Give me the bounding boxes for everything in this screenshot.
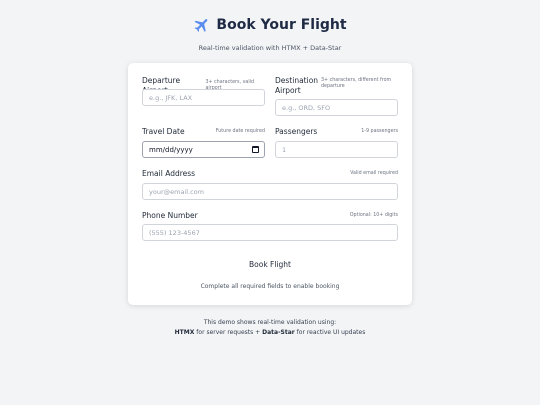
- travel-date-label: Travel Date: [142, 127, 185, 136]
- destination-label-line2: Airport: [275, 86, 301, 95]
- phone-label: Phone Number: [142, 211, 198, 220]
- airplane-icon: [194, 19, 208, 32]
- travel-date-hint: Future date required: [215, 129, 265, 134]
- page-subtitle: Real-time validation with HTMX + Data-St…: [198, 44, 342, 52]
- destination-field: Destination Airport 3+ characters, diffe…: [275, 76, 399, 96]
- destination-hint: 3+ characters, different from departure: [321, 78, 392, 89]
- htmx-label: HTMX: [174, 329, 195, 336]
- travel-date-field: Travel Date Future date required: [142, 127, 265, 137]
- passengers-field: Passengers 1-9 passengers: [275, 127, 398, 137]
- footer-line2: HTMX for server requests + Data-Star for…: [0, 328, 540, 338]
- datastar-text: for reactive UI updates: [294, 329, 366, 336]
- email-label: Email Address: [142, 169, 196, 178]
- phone-field: Phone Number Optional: 10+ digits: [142, 211, 398, 221]
- destination-placeholder: e.g., ORD, SFO: [282, 103, 331, 112]
- passengers-input[interactable]: 1: [275, 141, 398, 158]
- phone-input[interactable]: (555) 123-4567: [142, 224, 398, 241]
- datastar-label: Data-Star: [262, 329, 295, 336]
- passengers-hint: 1-9 passengers: [361, 129, 398, 134]
- booking-status-text: Complete all required fields to enable b…: [200, 283, 340, 290]
- passengers-label: Passengers: [275, 127, 318, 136]
- email-placeholder: your@email.com: [149, 187, 204, 196]
- destination-input[interactable]: e.g., ORD, SFO: [275, 99, 398, 116]
- departure-input[interactable]: e.g., JFK, LAX: [142, 89, 265, 106]
- phone-hint: Optional: 10+ digits: [349, 213, 398, 218]
- book-flight-button[interactable]: Book Flight: [128, 260, 412, 269]
- passengers-value: 1: [282, 145, 287, 154]
- departure-placeholder: e.g., JFK, LAX: [149, 93, 193, 102]
- destination-label-line1: Destination: [275, 76, 319, 85]
- calendar-icon[interactable]: [252, 146, 259, 153]
- footer-line1: This demo shows real-time validation usi…: [203, 319, 337, 326]
- phone-placeholder: (555) 123-4567: [149, 228, 200, 237]
- travel-date-value: mm/dd/yyyy: [149, 145, 193, 154]
- title-text: Book Your Flight: [216, 17, 347, 33]
- htmx-text: for server requests +: [194, 329, 263, 336]
- travel-date-input[interactable]: mm/dd/yyyy: [142, 141, 265, 158]
- page-header: Book Your Flight Real-time validation wi…: [0, 16, 540, 52]
- booking-form-card: Departure Airport 3+ characters, valid a…: [128, 63, 412, 305]
- page-title: Book Your Flight: [193, 16, 347, 34]
- email-input[interactable]: your@email.com: [142, 183, 398, 200]
- email-field: Email Address Valid email required: [142, 169, 398, 179]
- page-footer: This demo shows real-time validation usi…: [0, 318, 540, 338]
- email-hint: Valid email required: [350, 171, 398, 176]
